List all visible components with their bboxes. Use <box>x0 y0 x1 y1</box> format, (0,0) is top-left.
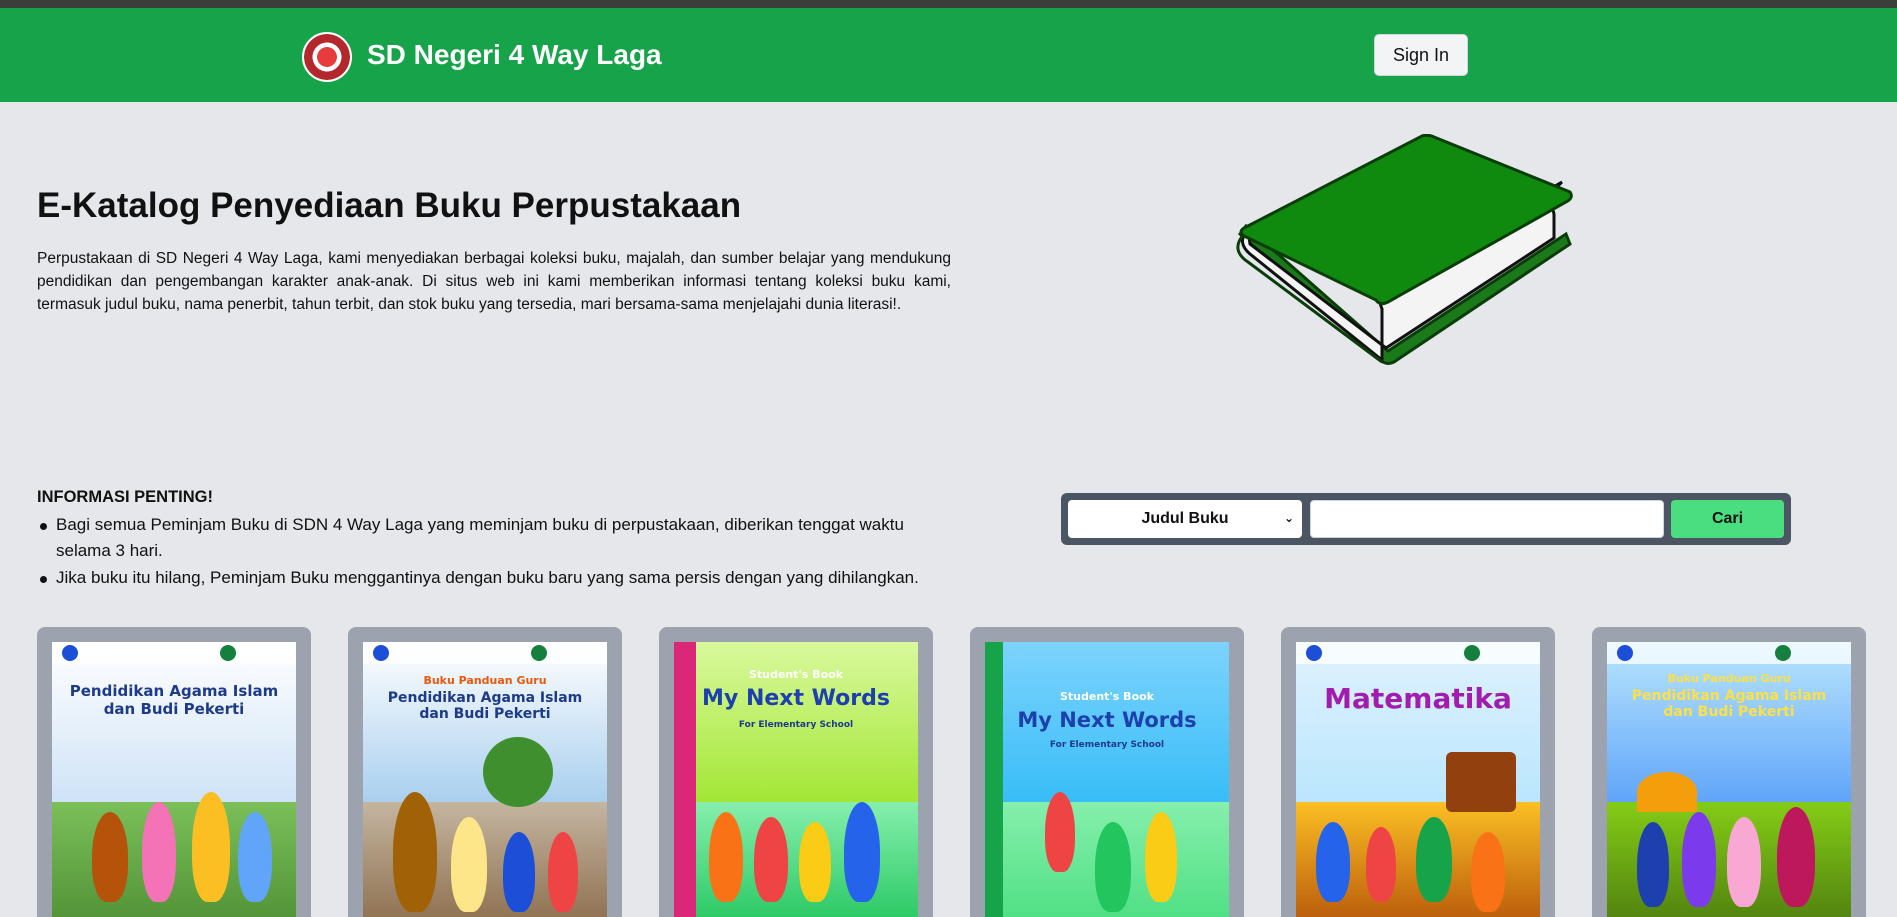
book-grid: Pendidikan Agama Islam dan Budi Pekerti … <box>37 627 1867 917</box>
window-top-strip <box>0 0 1897 8</box>
navbar: SD Negeri 4 Way Laga Sign In <box>0 8 1897 102</box>
book-card[interactable]: Buku Panduan Guru Pendidikan Agama Islam… <box>348 627 622 917</box>
book-cover-image[interactable]: Student's Book My Next Words For Element… <box>985 642 1229 917</box>
book-cover-subtitle: Student's Book <box>1060 690 1154 703</box>
book-illustration <box>1236 134 1573 365</box>
book-cover-title: Pendidikan Agama Islam dan Budi Pekerti <box>1631 688 1827 720</box>
search-button[interactable]: Cari <box>1671 500 1784 538</box>
book-cover-title: Matematika <box>1324 682 1512 715</box>
book-cover-title: Pendidikan Agama Islam dan Budi Pekerti <box>387 690 583 722</box>
info-item: Bagi semua Peminjam Buku di SDN 4 Way La… <box>37 512 957 564</box>
book-cover-image[interactable]: Buku Panduan Guru Pendidikan Agama Islam… <box>1607 642 1851 917</box>
book-cover-subtitle: Buku Panduan Guru <box>1667 672 1791 685</box>
book-cover-subtitle: Student's Book <box>749 668 843 681</box>
search-category-value: Judul Buku <box>1141 510 1229 527</box>
book-cover-image[interactable]: Pendidikan Agama Islam dan Budi Pekerti <box>52 642 296 917</box>
book-card[interactable]: Student's Book My Next Words For Element… <box>970 627 1244 917</box>
book-cover-title: Pendidikan Agama Islam dan Budi Pekerti <box>69 682 279 718</box>
book-card[interactable]: Pendidikan Agama Islam dan Budi Pekerti <box>37 627 311 917</box>
brand-name[interactable]: SD Negeri 4 Way Laga <box>367 39 662 71</box>
book-cover-image[interactable]: Matematika <box>1296 642 1540 917</box>
search-input[interactable] <box>1310 500 1664 538</box>
chevron-down-icon: ⌄ <box>1283 511 1294 525</box>
info-title: INFORMASI PENTING! <box>37 488 213 506</box>
info-item: Jika buku itu hilang, Peminjam Buku meng… <box>37 565 957 591</box>
book-cover-image[interactable]: Buku Panduan Guru Pendidikan Agama Islam… <box>363 642 607 917</box>
info-list: Bagi semua Peminjam Buku di SDN 4 Way La… <box>37 512 957 592</box>
search-category-select[interactable]: Judul Buku ⌄ <box>1068 500 1302 538</box>
book-cover-tag: For Elementary School <box>738 720 854 730</box>
book-cover-tag: For Elementary School <box>1049 740 1165 750</box>
search-bar: Judul Buku ⌄ Cari <box>1061 493 1791 545</box>
sign-in-button[interactable]: Sign In <box>1374 34 1468 76</box>
book-card[interactable]: Matematika <box>1281 627 1555 917</box>
hero-description: Perpustakaan di SD Negeri 4 Way Laga, ka… <box>37 250 951 313</box>
book-card[interactable]: Student's Book My Next Words For Element… <box>659 627 933 917</box>
book-card[interactable]: Buku Panduan Guru Pendidikan Agama Islam… <box>1592 627 1866 917</box>
book-cover-subtitle: Buku Panduan Guru <box>423 674 547 687</box>
book-cover-title: My Next Words <box>702 686 890 711</box>
school-logo[interactable] <box>302 32 352 82</box>
book-cover-image[interactable]: Student's Book My Next Words For Element… <box>674 642 918 917</box>
page-title: E-Katalog Penyediaan Buku Perpustakaan <box>37 186 742 225</box>
book-cover-title: My Next Words <box>1017 708 1197 732</box>
